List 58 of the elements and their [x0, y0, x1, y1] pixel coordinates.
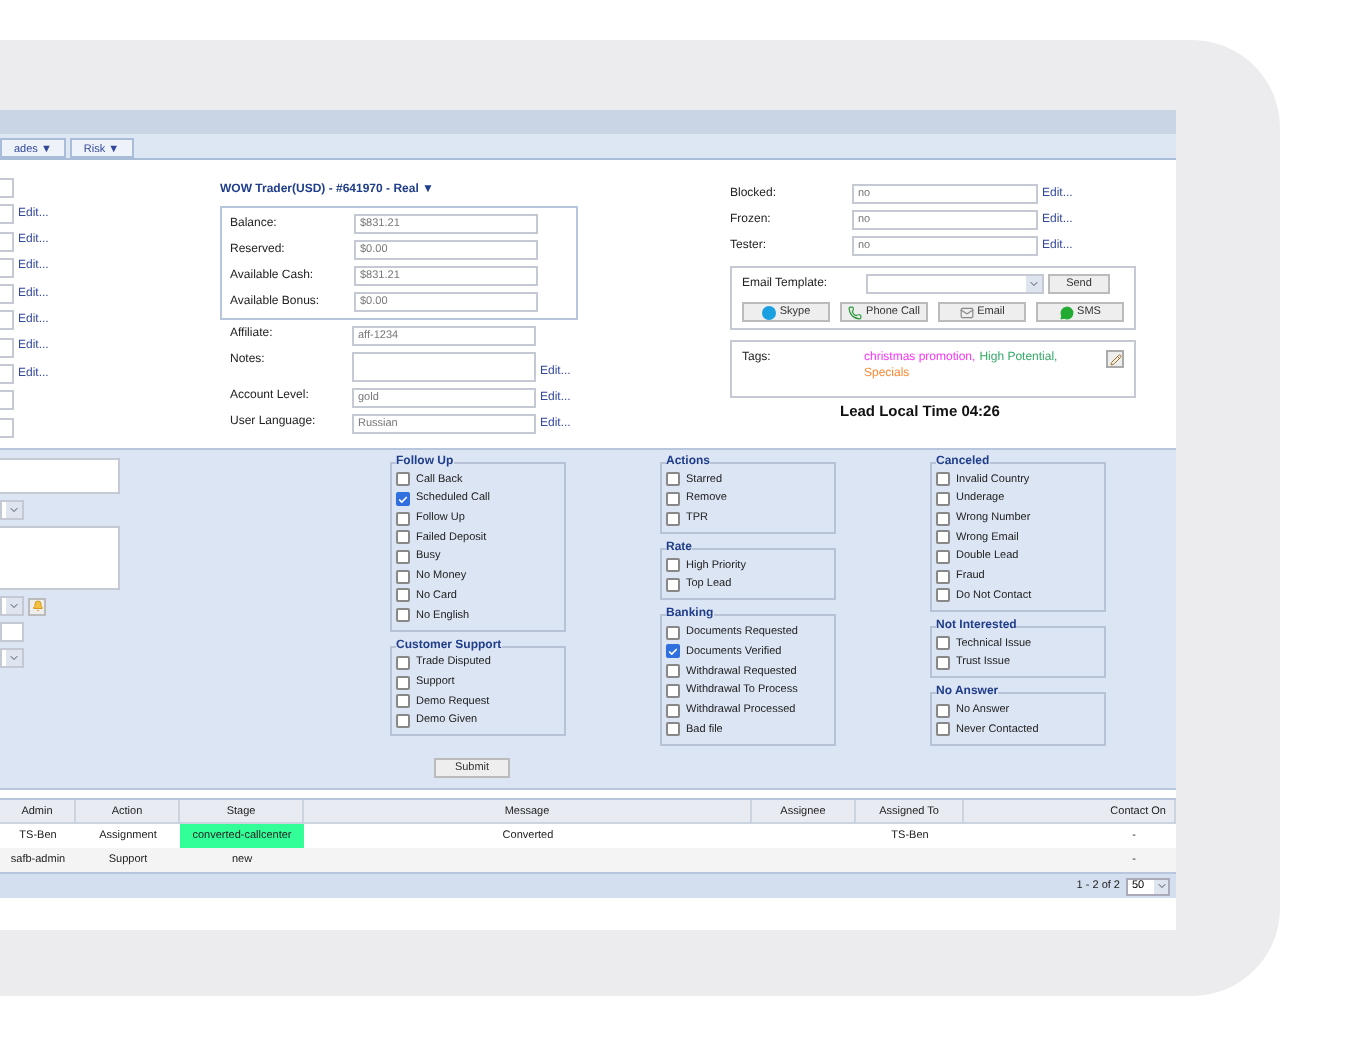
checkbox[interactable] — [936, 703, 950, 718]
checkbox[interactable] — [666, 625, 680, 640]
input-field[interactable] — [0, 417, 14, 438]
input-field[interactable] — [0, 204, 14, 225]
dropdown-field[interactable] — [0, 648, 24, 668]
checkbox[interactable] — [396, 694, 410, 709]
dropdown-field[interactable] — [866, 274, 1044, 294]
checkbox[interactable] — [936, 530, 950, 545]
checkbox[interactable] — [936, 472, 950, 487]
checkbox[interactable] — [396, 511, 410, 526]
checkbox[interactable] — [396, 608, 410, 623]
dropdown-field[interactable] — [0, 596, 24, 616]
checkbox[interactable] — [936, 722, 950, 737]
checkbox[interactable] — [666, 558, 680, 573]
checkbox[interactable] — [936, 492, 950, 507]
bell-icon[interactable] — [28, 597, 46, 615]
checkbox[interactable] — [666, 664, 680, 679]
input-field[interactable] — [0, 178, 14, 198]
checkbox[interactable] — [396, 472, 410, 487]
pencil-icon[interactable] — [1106, 350, 1124, 368]
checkbox[interactable] — [936, 569, 950, 584]
dropdown-field[interactable] — [0, 500, 24, 520]
chevron-down-icon — [6, 650, 22, 666]
checkbox[interactable] — [936, 655, 950, 670]
checkbox[interactable] — [936, 588, 950, 603]
checkbox[interactable] — [666, 683, 680, 698]
checkbox[interactable] — [396, 655, 410, 670]
checkbox[interactable] — [936, 550, 950, 565]
chevron-down-icon — [6, 502, 22, 518]
checkbox[interactable] — [936, 636, 950, 651]
phone-icon — [848, 305, 863, 319]
input-field[interactable] — [0, 231, 14, 252]
checkbox[interactable] — [396, 492, 410, 507]
checkbox[interactable] — [396, 588, 410, 603]
input-field[interactable] — [0, 284, 14, 305]
checkbox[interactable] — [396, 713, 410, 728]
input-field[interactable] — [0, 390, 14, 411]
checkbox[interactable] — [666, 703, 680, 718]
checkbox[interactable] — [666, 492, 680, 507]
checkbox[interactable] — [396, 569, 410, 584]
input-field[interactable] — [0, 310, 14, 331]
checkbox[interactable] — [666, 511, 680, 526]
chevron-down-icon — [6, 598, 22, 614]
input-field[interactable] — [0, 337, 14, 358]
checkbox[interactable] — [666, 722, 680, 737]
checkbox[interactable] — [666, 472, 680, 487]
chevron-down-icon — [1154, 879, 1168, 893]
chevron-down-icon — [1026, 276, 1042, 292]
input-field[interactable] — [0, 257, 14, 278]
checkbox[interactable] — [396, 530, 410, 545]
mail-icon — [959, 305, 974, 319]
checkbox[interactable] — [396, 675, 410, 690]
checkbox[interactable] — [666, 578, 680, 593]
checkbox[interactable] — [396, 550, 410, 565]
input-field[interactable] — [0, 364, 14, 385]
checkbox[interactable] — [936, 511, 950, 526]
checkbox[interactable] — [666, 644, 680, 659]
input-field[interactable] — [0, 622, 24, 642]
